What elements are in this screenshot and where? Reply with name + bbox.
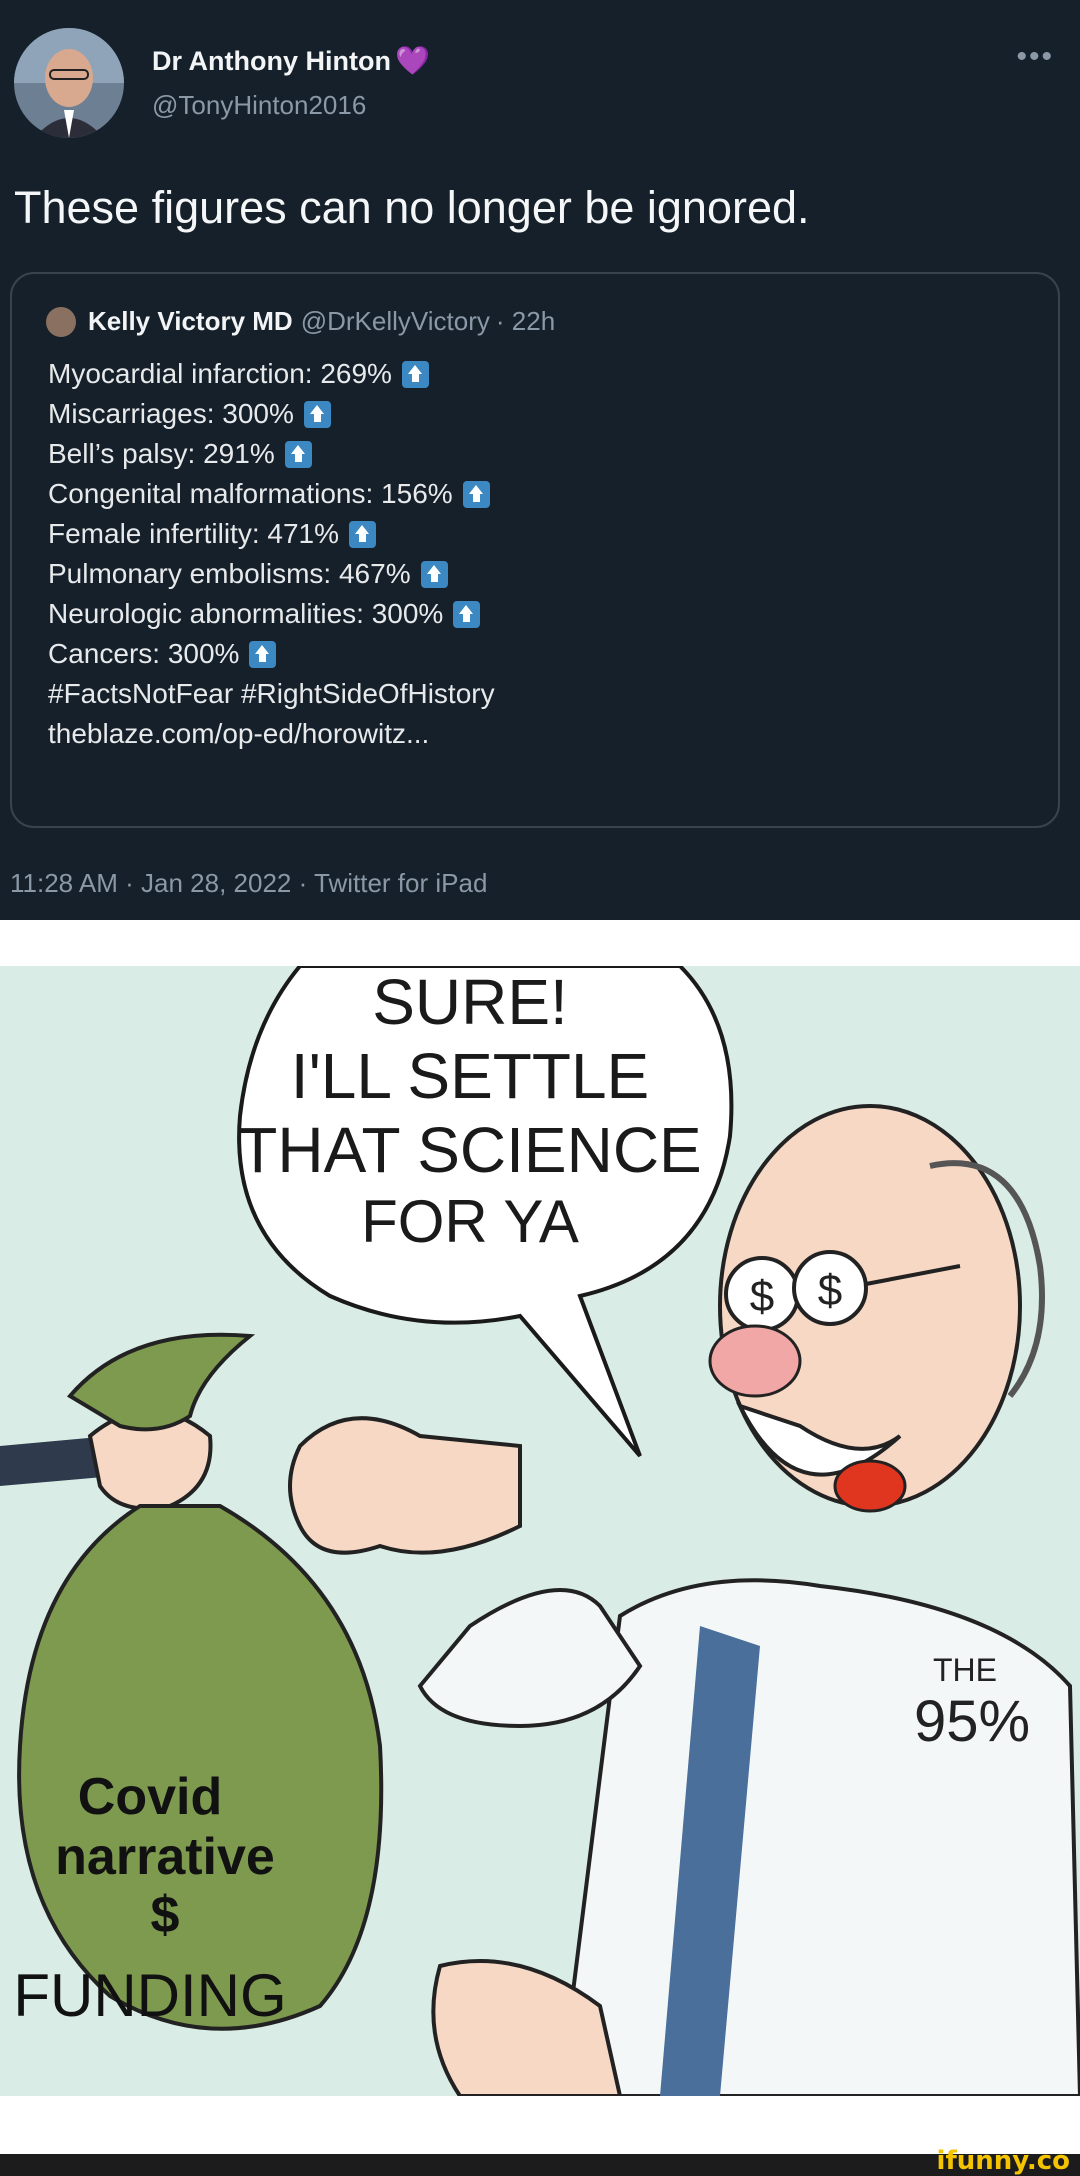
up-arrow-icon	[303, 400, 331, 428]
quote-line: Female infertility: 471%	[48, 514, 495, 554]
speech-line: THAT SCIENCE	[238, 1114, 701, 1186]
up-arrow-icon	[401, 360, 429, 388]
quote-line: #FactsNotFear #RightSideOfHistory	[48, 674, 495, 714]
up-arrow-icon	[284, 440, 312, 468]
quote-author-handle[interactable]: @DrKellyVictory	[301, 306, 490, 337]
svg-text:$: $	[750, 1272, 774, 1321]
author-handle[interactable]: @TonyHinton2016	[152, 90, 366, 121]
speech-line: FOR YA	[361, 1188, 579, 1255]
author-name-text[interactable]: Dr Anthony Hinton	[152, 46, 391, 76]
quote-line: Cancers: 300%	[48, 634, 495, 674]
quote-line: Myocardial infarction: 269%	[48, 354, 495, 394]
cartoon-illustration: SURE! I'LL SETTLE THAT SCIENCE FOR YA $ …	[0, 964, 1080, 2098]
bag-text: $	[151, 1886, 180, 1944]
up-arrow-icon	[249, 640, 277, 668]
up-arrow-icon	[420, 560, 448, 588]
quote-line-text: Pulmonary embolisms: 467%	[48, 558, 411, 589]
quote-line-text: #FactsNotFear #RightSideOfHistory	[48, 678, 495, 709]
quoted-tweet[interactable]: Kelly Victory MD @DrKellyVictory · 22h M…	[10, 272, 1060, 828]
up-arrow-icon	[349, 520, 377, 548]
tweet-card: Dr Anthony Hinton 💜 @TonyHinton2016 ••• T…	[0, 0, 1080, 920]
quote-line-text: Female infertility: 471%	[48, 518, 340, 549]
up-arrow-icon	[462, 480, 490, 508]
quote-body: Myocardial infarction: 269% Miscarriages:…	[48, 354, 495, 754]
quote-header: Kelly Victory MD @DrKellyVictory · 22h	[46, 306, 555, 337]
quote-line-text: Neurologic abnormalities: 300%	[48, 598, 444, 629]
coat-text: 95%	[914, 1689, 1030, 1754]
bag-text: FUNDING	[13, 1962, 286, 2029]
purple-heart-icon: 💜	[394, 45, 430, 76]
author-avatar[interactable]	[14, 28, 124, 138]
bag-text: narrative	[55, 1828, 275, 1886]
quote-line: theblaze.com/op-ed/horowitz...	[48, 714, 495, 754]
footer-bar: ifunny.co	[0, 2146, 1080, 2176]
tweet-text: These figures can no longer be ignored.	[14, 182, 810, 233]
quote-line: Congenital malformations: 156%	[48, 474, 495, 514]
quote-time: · 22h	[495, 306, 556, 336]
bag-text: Covid	[78, 1768, 222, 1826]
quote-line-text: theblaze.com/op-ed/horowitz...	[48, 718, 430, 749]
more-options-icon[interactable]: •••	[1016, 40, 1054, 74]
quote-line-text: Myocardial infarction: 269%	[48, 358, 392, 389]
cartoon-image: SURE! I'LL SETTLE THAT SCIENCE FOR YA $ …	[0, 964, 1080, 2098]
tweet-timestamp[interactable]: 11:28 AM · Jan 28, 2022 · Twitter for iP…	[10, 868, 487, 899]
speech-line: SURE!	[372, 966, 568, 1038]
quote-line-text: Bell’s palsy: 291%	[48, 438, 275, 469]
quote-line: Miscarriages: 300%	[48, 394, 495, 434]
author-name[interactable]: Dr Anthony Hinton 💜	[152, 44, 430, 77]
svg-text:$: $	[818, 1266, 842, 1315]
quote-line-text: Miscarriages: 300%	[48, 398, 294, 429]
quote-line: Bell’s palsy: 291%	[48, 434, 495, 474]
up-arrow-icon	[453, 600, 481, 628]
coat-text: THE	[933, 1652, 997, 1688]
quote-line: Pulmonary embolisms: 467%	[48, 554, 495, 594]
quote-line-text: Congenital malformations: 156%	[48, 478, 453, 509]
quote-author-name[interactable]: Kelly Victory MD	[88, 306, 293, 337]
speech-line: I'LL SETTLE	[291, 1040, 649, 1112]
quote-line-text: Cancers: 300%	[48, 638, 240, 669]
quote-line: Neurologic abnormalities: 300%	[48, 594, 495, 634]
quote-author-avatar[interactable]	[46, 306, 76, 337]
ifunny-logo[interactable]: ifunny.co	[937, 2146, 1070, 2176]
